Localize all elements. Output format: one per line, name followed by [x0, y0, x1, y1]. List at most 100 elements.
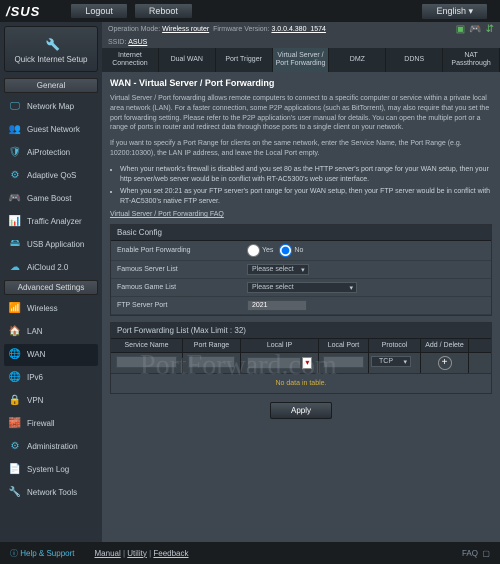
port-range-input[interactable]: [188, 356, 236, 368]
nav-icon: 📶: [8, 302, 22, 316]
brand-logo: /SUS: [6, 4, 40, 19]
col-header: Add / Delete: [421, 339, 469, 352]
nav-icon: ⚙: [8, 169, 22, 183]
nav-icon: 📊: [8, 215, 22, 229]
sidebar-item-wireless[interactable]: 📶 Wireless: [4, 298, 98, 320]
famous-server-select[interactable]: Please select: [247, 264, 309, 275]
feedback-link[interactable]: Feedback: [153, 549, 188, 558]
sidebar-item-label: USB Application: [27, 240, 84, 249]
sidebar-item-aicloud-2.0[interactable]: ☁ AiCloud 2.0: [4, 257, 98, 279]
sidebar-item-vpn[interactable]: 🔒VPN: [4, 390, 98, 412]
help-support-link[interactable]: ⓘ Help & Support: [10, 548, 75, 559]
famous-server-label: Famous Server List: [117, 266, 247, 273]
sidebar-item-traffic-analyzer[interactable]: 📊 Traffic Analyzer: [4, 211, 98, 233]
sidebar-item-label: Guest Network: [27, 125, 80, 134]
panel-basic-config: Basic Config: [111, 225, 491, 241]
sidebar-item-system-log[interactable]: 📄 System Log: [4, 459, 98, 481]
col-header: Protocol: [369, 339, 421, 352]
sidebar-item-lan[interactable]: 🏠LAN: [4, 321, 98, 343]
nav-icon: 🛡: [8, 146, 22, 160]
section-advanced: Advanced Settings: [4, 280, 98, 295]
sidebar-item-usb-application[interactable]: 🖴USB Application: [4, 234, 98, 256]
radio-yes[interactable]: Yes: [247, 244, 273, 257]
enable-pf-label: Enable Port Forwarding: [117, 247, 247, 254]
sidebar: Quick Internet Setup General 🖵Network Ma…: [0, 22, 102, 542]
local-ip-dropdown[interactable]: ▾: [302, 357, 312, 369]
language-select[interactable]: English ▾: [421, 3, 488, 20]
col-header: Local IP: [241, 339, 319, 352]
local-ip-input[interactable]: [247, 357, 302, 369]
page-title: WAN - Virtual Server / Port Forwarding: [110, 78, 492, 88]
nav-icon: ⚙: [8, 440, 22, 454]
info-row-1: Operation Mode: Wireless router Firmware…: [102, 22, 500, 37]
sidebar-item-network-tools[interactable]: 🔧 Network Tools: [4, 482, 98, 504]
nav-icon: 🧱: [8, 417, 22, 431]
section-general: General: [4, 78, 98, 93]
tab-dmz[interactable]: DMZ: [329, 48, 386, 72]
nav-icon: 📄: [8, 463, 22, 477]
tab-ddns[interactable]: DDNS: [386, 48, 443, 72]
nav-icon: 🎮: [8, 192, 22, 206]
tab-nat-passthrough[interactable]: NAT Passthrough: [443, 48, 500, 72]
usb-icon[interactable]: ⇵: [486, 24, 494, 35]
sidebar-item-label: System Log: [27, 465, 69, 474]
sidebar-item-label: Administration: [27, 442, 78, 451]
nav-icon: 🏠: [8, 325, 22, 339]
add-button[interactable]: +: [438, 356, 452, 370]
col-header: Port Range: [183, 339, 241, 352]
sidebar-item-wan[interactable]: 🌐 WAN: [4, 344, 98, 366]
sidebar-item-network-map[interactable]: 🖵Network Map: [4, 96, 98, 118]
sidebar-item-label: Traffic Analyzer: [27, 217, 82, 226]
faq-link[interactable]: Virtual Server / Port Forwarding FAQ: [110, 211, 492, 218]
op-mode-link[interactable]: Wireless router: [162, 26, 209, 33]
sidebar-item-label: WAN: [27, 350, 45, 359]
famous-game-select[interactable]: Please select: [247, 282, 357, 293]
sidebar-item-aiprotection[interactable]: 🛡 AiProtection: [4, 142, 98, 164]
nav-icon: 🔧: [8, 486, 22, 500]
nav-icon: 🌐: [8, 348, 22, 362]
tab-port-trigger[interactable]: Port Trigger: [216, 48, 273, 72]
protocol-select[interactable]: TCP: [371, 356, 411, 367]
sidebar-item-label: AiCloud 2.0: [27, 263, 68, 272]
tab-virtual-server-port-forwarding[interactable]: Virtual Server / Port Forwarding: [273, 48, 330, 72]
quick-internet-setup[interactable]: Quick Internet Setup: [4, 26, 98, 72]
sidebar-item-game-boost[interactable]: 🎮 Game Boost: [4, 188, 98, 210]
sidebar-item-label: Network Tools: [27, 488, 77, 497]
col-header: Service Name: [111, 339, 183, 352]
fw-link[interactable]: 3.0.0.4.380_1574: [271, 26, 326, 33]
tab-dual-wan[interactable]: Dual WAN: [159, 48, 216, 72]
sidebar-item-label: Wireless: [27, 304, 58, 313]
sidebar-item-administration[interactable]: ⚙ Administration: [4, 436, 98, 458]
ftp-port-label: FTP Server Port: [117, 302, 247, 309]
nav-icon: 👥: [8, 123, 22, 137]
sidebar-item-label: Firewall: [27, 419, 55, 428]
sidebar-item-firewall[interactable]: 🧱 Firewall: [4, 413, 98, 435]
nav-icon: ☁: [8, 261, 22, 275]
faq-footer-link[interactable]: FAQ: [462, 549, 478, 558]
tab-internet-connection[interactable]: Internet Connection: [102, 48, 159, 72]
radio-no[interactable]: No: [279, 244, 303, 257]
sidebar-item-label: AiProtection: [27, 148, 70, 157]
sidebar-item-label: Adaptive QoS: [27, 171, 76, 180]
panel-pf-list: Port Forwarding List (Max Limit : 32): [111, 323, 491, 339]
no-data-msg: No data in table.: [111, 374, 491, 393]
quick-setup-label: Quick Internet Setup: [9, 55, 93, 65]
bullet-1: When your network's firewall is disabled…: [120, 165, 492, 185]
sidebar-item-adaptive-qos[interactable]: ⚙ Adaptive QoS: [4, 165, 98, 187]
gamepad-icon[interactable]: 🎮: [469, 24, 481, 35]
sidebar-item-label: Game Boost: [27, 194, 71, 203]
sidebar-item-ipv6[interactable]: 🌐IPv6: [4, 367, 98, 389]
apply-button[interactable]: Apply: [270, 402, 332, 419]
logout-button[interactable]: Logout: [70, 3, 128, 19]
service-name-input[interactable]: [116, 356, 176, 368]
utility-link[interactable]: Utility: [127, 549, 147, 558]
reboot-button[interactable]: Reboot: [134, 3, 193, 19]
sidebar-item-guest-network[interactable]: 👥 Guest Network: [4, 119, 98, 141]
app-icon[interactable]: ▣: [456, 24, 465, 35]
sidebar-item-label: Network Map: [27, 102, 74, 111]
info-row-2: SSID: ASUS: [102, 37, 500, 48]
manual-link[interactable]: Manual: [95, 549, 121, 558]
ftp-port-input[interactable]: [247, 300, 307, 311]
local-port-input[interactable]: [323, 356, 364, 368]
ssid-link[interactable]: ASUS: [128, 39, 147, 46]
